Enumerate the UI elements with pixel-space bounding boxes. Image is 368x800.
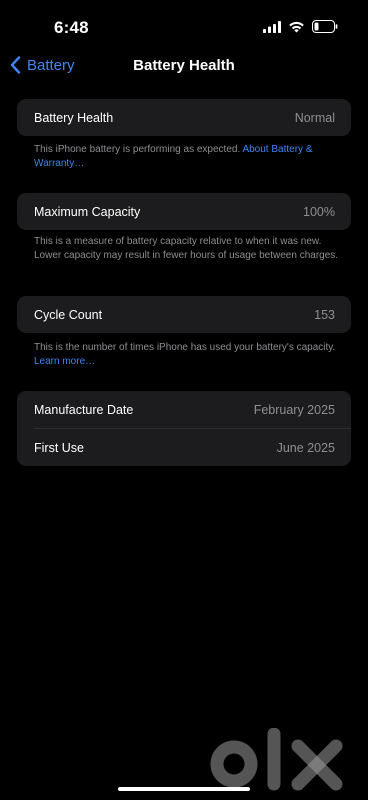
battery-health-label: Battery Health — [34, 110, 114, 125]
maximum-capacity-note: This is a measure of battery capacity re… — [34, 236, 339, 261]
manufacture-date-label: Manufacture Date — [34, 402, 134, 417]
cycle-count-note-text: This is the number of times iPhone has u… — [34, 342, 336, 353]
first-use-value: June 2025 — [276, 440, 335, 455]
wifi-icon — [289, 21, 304, 32]
status-bar: 6:48 — [0, 0, 368, 50]
navigation-bar: Battery Battery Health — [0, 50, 368, 84]
cycle-count-value: 153 — [314, 307, 335, 322]
battery-icon — [312, 20, 338, 33]
maximum-capacity-group: Maximum Capacity 100% — [17, 193, 351, 230]
battery-health-row: Battery Health Normal — [17, 99, 351, 136]
dates-group: Manufacture Date February 2025 First Use… — [17, 391, 351, 466]
maximum-capacity-label: Maximum Capacity — [34, 204, 141, 219]
status-icons — [263, 20, 338, 33]
page-title: Battery Health — [133, 57, 235, 74]
first-use-label: First Use — [34, 440, 84, 455]
cycle-count-group: Cycle Count 153 — [17, 296, 351, 333]
battery-health-group: Battery Health Normal — [17, 99, 351, 136]
cycle-count-row: Cycle Count 153 — [17, 296, 351, 333]
maximum-capacity-row: Maximum Capacity 100% — [17, 193, 351, 230]
status-time: 6:48 — [54, 18, 89, 37]
cycle-count-note: This is the number of times iPhone has u… — [34, 341, 344, 369]
battery-health-note: This iPhone battery is performing as exp… — [34, 143, 344, 171]
first-use-row: First Use June 2025 — [17, 429, 351, 466]
cellular-signal-icon — [263, 20, 281, 33]
manufacture-date-row: Manufacture Date February 2025 — [17, 391, 351, 428]
battery-health-value: Normal — [294, 110, 335, 125]
olx-watermark-logo — [210, 728, 343, 791]
manufacture-date-value: February 2025 — [253, 402, 335, 417]
maximum-capacity-value: 100% — [303, 204, 335, 219]
battery-health-note-text: This iPhone battery is performing as exp… — [34, 144, 241, 155]
learn-more-link[interactable]: Learn more… — [34, 356, 95, 367]
home-indicator[interactable] — [118, 787, 250, 791]
cycle-count-label: Cycle Count — [34, 307, 103, 322]
